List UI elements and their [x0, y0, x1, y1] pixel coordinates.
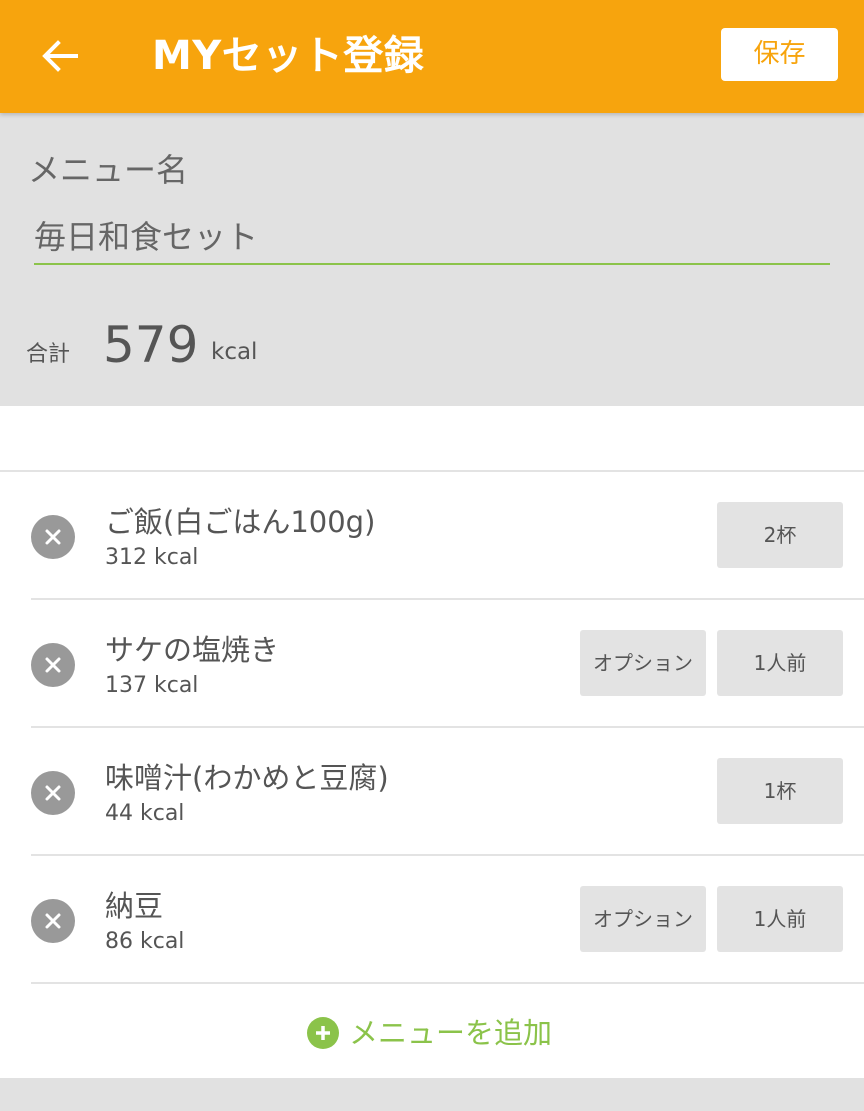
item-calories: 312 kcal [105, 545, 199, 570]
save-button[interactable]: 保存 [721, 28, 838, 81]
option-button[interactable]: オプション [580, 630, 706, 696]
total-calories-value: 579 [103, 316, 199, 374]
add-menu-label: メニューを追加 [349, 1016, 553, 1050]
remove-item-button[interactable] [31, 643, 75, 687]
item-name: 味噌汁(わかめと豆腐) [105, 761, 389, 795]
item-name: サケの塩焼き [105, 633, 280, 667]
arrow-left-icon [30, 26, 90, 86]
bottom-panel [0, 1078, 864, 1111]
set-info-panel: メニュー名 毎日和食セット 合計 579 kcal [0, 113, 864, 406]
list-item: ご飯(白ごはん100g) 312 kcal 2杯 [0, 472, 864, 600]
item-name: 納豆 [105, 889, 164, 923]
total-calories-unit: kcal [211, 339, 258, 365]
menu-name-input[interactable]: 毎日和食セット [34, 211, 830, 265]
item-divider [31, 982, 864, 984]
item-calories: 137 kcal [105, 673, 199, 698]
quantity-button[interactable]: 1杯 [717, 758, 843, 824]
app-header: MYセット登録 保存 [0, 0, 864, 113]
remove-item-button[interactable] [31, 515, 75, 559]
quantity-button[interactable]: 1人前 [717, 886, 843, 952]
quantity-button[interactable]: 1人前 [717, 630, 843, 696]
item-calories: 44 kcal [105, 801, 185, 826]
remove-item-button[interactable] [31, 899, 75, 943]
item-name: ご飯(白ごはん100g) [105, 505, 376, 539]
option-button[interactable]: オプション [580, 886, 706, 952]
quantity-button[interactable]: 2杯 [717, 502, 843, 568]
item-calories: 86 kcal [105, 929, 185, 954]
plus-circle-icon [307, 1017, 339, 1049]
remove-item-button[interactable] [31, 771, 75, 815]
back-button[interactable] [30, 26, 90, 86]
total-label: 合計 [26, 342, 71, 367]
add-menu-button[interactable]: メニューを追加 [307, 1010, 552, 1056]
page-title: MYセット登録 [152, 33, 425, 79]
list-item: 納豆 86 kcal オプション 1人前 [0, 856, 864, 984]
list-item: 味噌汁(わかめと豆腐) 44 kcal 1杯 [0, 728, 864, 856]
list-item: サケの塩焼き 137 kcal オプション 1人前 [0, 600, 864, 728]
menu-name-label: メニュー名 [28, 151, 189, 189]
